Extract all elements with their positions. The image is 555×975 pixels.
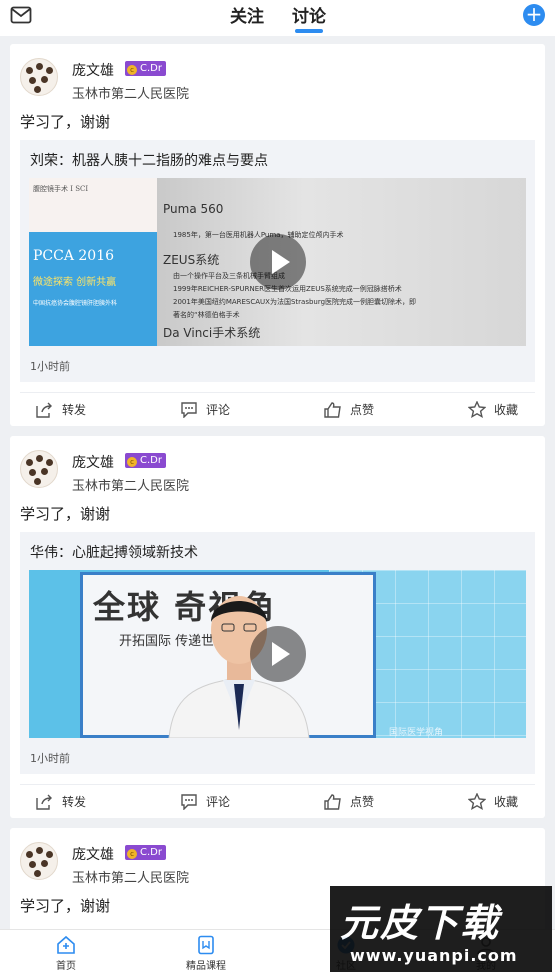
play-icon[interactable] bbox=[250, 626, 306, 682]
video-thumbnail[interactable]: 全球 奇视角 开拓国际 传递世界声音 国际医学视角 bbox=[29, 570, 526, 738]
star-icon bbox=[468, 793, 486, 810]
author-hospital: 玉林市第二人民医院 bbox=[72, 87, 190, 102]
coin-icon: c bbox=[127, 849, 137, 859]
collect-button[interactable]: 收藏 bbox=[468, 401, 518, 418]
coin-icon: c bbox=[127, 457, 137, 467]
author-hospital: 玉林市第二人民医院 bbox=[72, 479, 190, 494]
course-icon bbox=[198, 935, 214, 955]
comment-button[interactable]: 评论 bbox=[180, 793, 230, 810]
author-name[interactable]: 庞文雄 bbox=[72, 844, 114, 864]
add-post-icon[interactable]: + bbox=[523, 4, 545, 26]
shared-video-card[interactable]: 刘荣：机器人胰十二指肠的难点与要点 腹腔镜手术 I SCI PCCA 2016 … bbox=[20, 140, 535, 382]
avatar[interactable] bbox=[20, 842, 58, 880]
tab-follow[interactable]: 关注 bbox=[230, 2, 264, 27]
post-actions: 转发 评论 点赞 收藏 bbox=[20, 392, 535, 426]
share-icon bbox=[36, 402, 52, 418]
author-hospital: 玉林市第二人民医院 bbox=[72, 871, 190, 886]
comment-icon bbox=[181, 401, 197, 418]
post-text: 学习了，谢谢 bbox=[20, 505, 111, 523]
nav-courses[interactable]: 精品课程 bbox=[166, 935, 246, 972]
post-time: 1小时前 bbox=[30, 360, 70, 373]
share-button[interactable]: 转发 bbox=[36, 401, 86, 418]
post-card: 庞文雄 c C.Dr 玉林市第二人民医院 学习了，谢谢 华伟：心脏起搏领域新技术 … bbox=[10, 436, 545, 818]
share-icon bbox=[36, 794, 52, 810]
post-card: 庞文雄 c C.Dr 玉林市第二人民医院 学习了，谢谢 刘荣：机器人胰十二指肠的难… bbox=[10, 44, 545, 426]
slide-speaker-panel: 腹腔镜手术 I SCI PCCA 2016 微途探索 创新共赢 中国抗癌协会腹腔… bbox=[29, 178, 157, 346]
avatar[interactable] bbox=[20, 450, 58, 488]
comment-button[interactable]: 评论 bbox=[180, 401, 230, 418]
doctor-badge: c C.Dr bbox=[125, 845, 166, 860]
author-name[interactable]: 庞文雄 bbox=[72, 452, 114, 472]
star-icon bbox=[468, 401, 486, 418]
slide-corner-caption: 国际医学视角 bbox=[389, 728, 444, 738]
doctor-badge: c C.Dr bbox=[125, 453, 166, 468]
top-bar: 关注 讨论 + bbox=[0, 0, 555, 36]
thumbs-up-icon bbox=[324, 401, 341, 418]
tab-discuss[interactable]: 讨论 bbox=[292, 2, 326, 27]
home-icon bbox=[57, 935, 75, 954]
author-name[interactable]: 庞文雄 bbox=[72, 60, 114, 80]
mail-icon[interactable] bbox=[10, 6, 32, 24]
post-time: 1小时前 bbox=[30, 752, 70, 765]
like-button[interactable]: 点赞 bbox=[324, 793, 374, 810]
like-button[interactable]: 点赞 bbox=[324, 401, 374, 418]
share-button[interactable]: 转发 bbox=[36, 793, 86, 810]
active-tab-indicator bbox=[295, 29, 323, 33]
comment-icon bbox=[181, 793, 197, 810]
collect-button[interactable]: 收藏 bbox=[468, 793, 518, 810]
post-actions: 转发 评论 点赞 收藏 bbox=[20, 784, 535, 818]
shared-video-title[interactable]: 华伟：心脏起搏领域新技术 bbox=[30, 542, 198, 562]
avatar[interactable] bbox=[20, 58, 58, 96]
video-thumbnail[interactable]: 腹腔镜手术 I SCI PCCA 2016 微途探索 创新共赢 中国抗癌协会腹腔… bbox=[29, 178, 526, 346]
play-icon[interactable] bbox=[250, 234, 306, 290]
slide-content: Puma 560 1985年，第一台医用机器人Puma，辅助定位颅内手术 ZEU… bbox=[157, 178, 526, 346]
shared-video-title[interactable]: 刘荣：机器人胰十二指肠的难点与要点 bbox=[30, 150, 268, 170]
watermark-logo: 元皮下载 www.yuanpi.com bbox=[330, 886, 552, 972]
shared-video-card[interactable]: 华伟：心脏起搏领域新技术 全球 奇视角 开拓国际 传递世界声音 国际医学视角 1… bbox=[20, 532, 535, 774]
post-text: 学习了，谢谢 bbox=[20, 897, 111, 915]
doctor-badge: c C.Dr bbox=[125, 61, 166, 76]
post-text: 学习了，谢谢 bbox=[20, 113, 111, 131]
thumbs-up-icon bbox=[324, 793, 341, 810]
coin-icon: c bbox=[127, 65, 137, 75]
nav-home[interactable]: 首页 bbox=[26, 935, 106, 972]
